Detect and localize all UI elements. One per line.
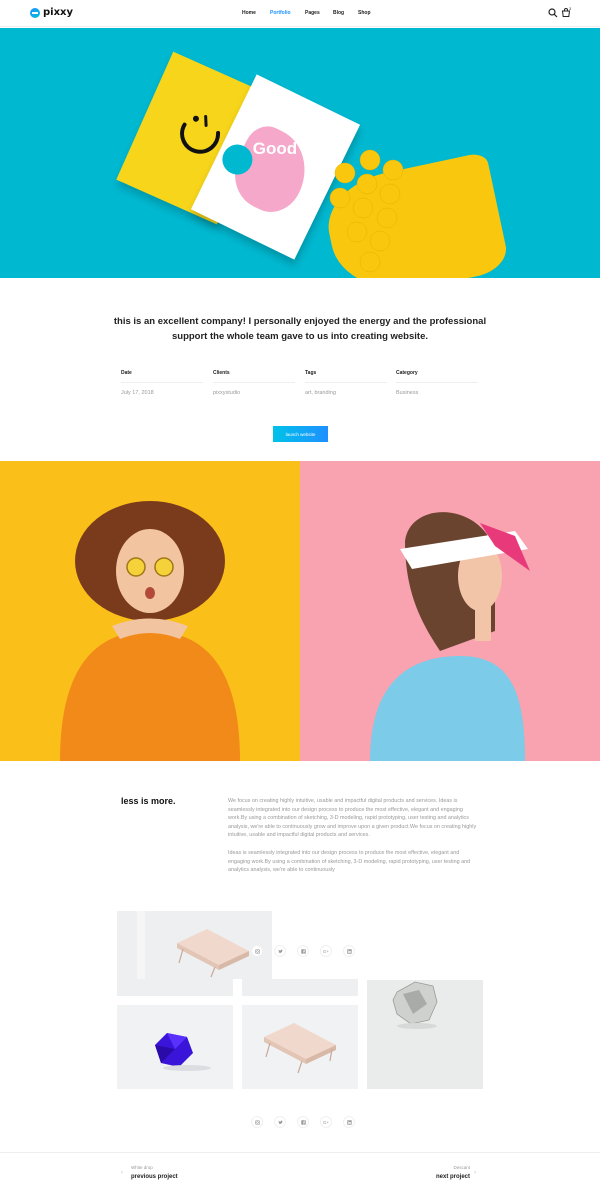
twitter-icon[interactable]: [274, 945, 286, 957]
google-plus-icon[interactable]: G+: [320, 1116, 332, 1128]
gallery-tile-paper-ball[interactable]: [367, 980, 483, 1089]
meta-clients-label: Clients: [213, 370, 295, 383]
hero-title: Good cards: [252, 139, 348, 158]
brand-name: pixxy: [43, 7, 74, 18]
meta-tags: Tags art, branding: [305, 370, 387, 396]
instagram-icon[interactable]: [251, 1116, 263, 1128]
google-plus-icon[interactable]: G+: [320, 945, 332, 957]
nav-pages[interactable]: Pages: [305, 10, 320, 16]
logo-mark-icon: [30, 7, 40, 18]
meta-date: Date July 17, 2018: [121, 370, 203, 396]
site-header: pixxy Home Portfolio Pages Blog Shop 3: [0, 0, 600, 27]
photo-woman-visor: [300, 461, 600, 761]
meta-date-label: Date: [121, 370, 203, 383]
about-paragraph-2: Ideas is seamlessly integrated into our …: [228, 850, 471, 874]
girl-yellow-sweater-illustration: [60, 501, 240, 761]
meta-category: Category Business: [396, 370, 478, 396]
testimonial-quote: this is an excellent company! I personal…: [113, 316, 487, 342]
gallery-tile-1-base: [117, 979, 233, 996]
pink-table-illustration: [137, 911, 249, 979]
gallery-tile-table-hover[interactable]: [117, 911, 272, 979]
previous-project-link[interactable]: White drop previous project: [131, 1165, 178, 1180]
nav-home[interactable]: Home: [242, 10, 256, 16]
meta-clients: Clients pixxystudio: [213, 370, 295, 396]
cart-count-badge: 3: [569, 6, 572, 11]
meta-category-label: Category: [396, 370, 478, 383]
meta-clients-value: pixxystudio: [213, 390, 241, 396]
gallery-tile-2-base: [242, 979, 358, 996]
linkedin-icon[interactable]: [343, 1116, 355, 1128]
nav-portfolio[interactable]: Portfolio: [270, 10, 291, 16]
about-title: less is more.: [121, 796, 176, 806]
instagram-icon[interactable]: [251, 945, 263, 957]
share-social-row: G+: [251, 1116, 355, 1128]
photo-girl-yellow-sweater: [0, 461, 300, 761]
about-paragraph-1: We focus on creating highly intuitive, u…: [228, 798, 477, 839]
next-project-label: next project: [435, 1174, 470, 1180]
linkedin-icon[interactable]: [343, 945, 355, 957]
launch-website-button[interactable]: launch website: [273, 426, 328, 442]
previous-project-label: previous project: [131, 1174, 178, 1180]
next-project-name: Descant: [453, 1165, 470, 1170]
facebook-icon[interactable]: [297, 945, 309, 957]
pink-table-illustration-2: [264, 1023, 336, 1074]
woman-visor-illustration: [370, 512, 530, 761]
chevron-left-icon[interactable]: ‹: [121, 1170, 123, 1176]
nav-blog[interactable]: Blog: [333, 10, 344, 16]
nav-shop[interactable]: Shop: [358, 10, 371, 16]
meta-category-value: Business: [396, 390, 419, 396]
blue-gem-illustration: [155, 1033, 211, 1071]
twitter-icon[interactable]: [274, 1116, 286, 1128]
previous-project-name: White drop: [131, 1165, 153, 1170]
yellow-balls-decoration: [329, 149, 404, 273]
meta-tags-label: Tags: [305, 370, 387, 383]
gallery-social-row: G+: [251, 945, 355, 957]
chevron-right-icon[interactable]: ›: [474, 1170, 476, 1176]
crumpled-paper-illustration: [392, 981, 438, 1029]
meta-tags-value: art, branding: [305, 390, 336, 396]
logo[interactable]: pixxy: [30, 7, 73, 18]
footer-divider: [0, 1152, 600, 1153]
next-project-link[interactable]: Descant next project: [436, 1165, 470, 1180]
gallery-tile-blue-gem[interactable]: [117, 1005, 233, 1089]
search-icon[interactable]: [548, 8, 558, 18]
hero-banner: Good cards: [0, 28, 600, 278]
gallery-tile-table[interactable]: [242, 1005, 358, 1089]
facebook-icon[interactable]: [297, 1116, 309, 1128]
meta-date-value: July 17, 2018: [121, 390, 154, 396]
